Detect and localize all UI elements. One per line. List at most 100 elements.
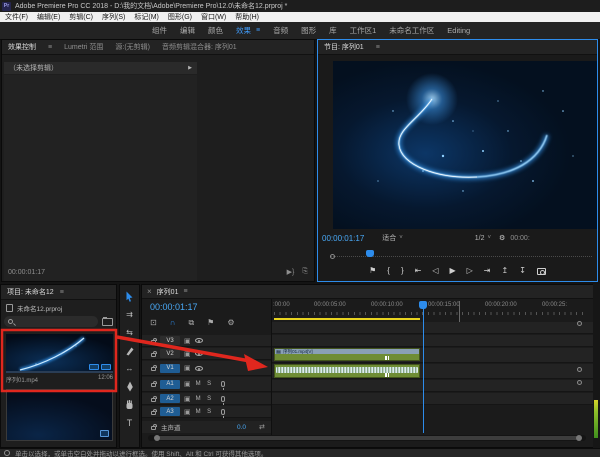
step-forward-button[interactable]: ▷ — [467, 266, 473, 276]
solo-button[interactable]: S — [206, 409, 213, 415]
lock-icon[interactable] — [151, 383, 156, 387]
track-header-a2[interactable]: A2 ▣ M S — [142, 393, 271, 405]
track-label-a3[interactable]: A3 — [160, 407, 180, 416]
timeline-video-clip[interactable]: fx 序列01.mp4[V] — [274, 348, 420, 361]
vertical-scrollbar-dot[interactable] — [577, 321, 582, 326]
workspace-menu-icon[interactable]: ≡ — [256, 27, 260, 34]
menu-edit[interactable]: 编辑(E) — [37, 12, 60, 22]
go-to-out-button[interactable]: ⇥ — [484, 266, 491, 276]
program-panel-menu-icon[interactable]: ≡ — [376, 44, 380, 51]
lock-icon[interactable] — [151, 353, 156, 357]
track-header-v1[interactable]: V1 ▣ — [142, 361, 271, 376]
tab-audio-clip-mixer[interactable]: 音频剪辑混合器: 序列01 — [162, 42, 237, 52]
track-header-v2[interactable]: V2 ▣ — [142, 348, 271, 360]
work-area-bar[interactable] — [274, 318, 420, 320]
lane-v3[interactable] — [272, 322, 599, 334]
workspace-tab-audio[interactable]: 音频 — [273, 25, 288, 36]
workspace-tab-libraries[interactable]: 库 — [329, 25, 337, 36]
project-item-sequence[interactable] — [6, 389, 113, 441]
selection-tool[interactable] — [123, 291, 136, 302]
lock-icon[interactable] — [151, 411, 156, 415]
clip-name[interactable]: 序列01.mp4 — [6, 375, 38, 384]
track-visibility-icon[interactable] — [195, 366, 203, 371]
voiceover-record-icon[interactable] — [221, 381, 225, 387]
source-patch-icon[interactable]: ▣ — [184, 395, 191, 403]
workspace-tab-effects[interactable]: 效果 — [236, 25, 251, 36]
timeline-clip-area[interactable]: :00:00 00:00:05:00 00:00:10:00 00:00:15:… — [271, 299, 598, 435]
lane-a2[interactable] — [272, 380, 599, 392]
master-track-row[interactable]: 主声道 0.0 ⇄ — [142, 421, 271, 433]
play-around-icon[interactable]: ▶} — [287, 268, 295, 276]
vertical-scrollbar-dot[interactable] — [577, 380, 582, 385]
mute-button[interactable]: M — [195, 396, 202, 402]
nest-indicator-icon[interactable]: ⊡ — [150, 318, 157, 328]
timeline-horizontal-scrollbar[interactable] — [148, 435, 586, 441]
tab-lumetri-scopes[interactable]: Lumetri 范围 — [64, 42, 103, 52]
thumbnail-scrub-bar[interactable] — [6, 371, 113, 373]
linked-selection-icon[interactable]: ⧉ — [188, 318, 194, 328]
timeline-playhead-handle[interactable] — [419, 301, 427, 309]
menu-markers[interactable]: 标记(M) — [134, 12, 159, 22]
tab-program-monitor[interactable]: 节目: 序列01 — [324, 42, 364, 52]
search-input[interactable] — [4, 316, 98, 327]
track-visibility-icon[interactable] — [195, 338, 203, 343]
voiceover-record-icon[interactable] — [221, 409, 225, 415]
step-back-button[interactable]: ◁ — [432, 266, 438, 276]
fit-dropdown[interactable]: 适合 — [382, 233, 396, 243]
scrollbar-handle-left[interactable] — [154, 435, 160, 441]
timeline-panel-menu-icon[interactable]: ≡ — [183, 288, 187, 295]
go-to-in-button[interactable]: ⇤ — [415, 266, 422, 276]
source-patch-icon[interactable]: ▣ — [184, 380, 191, 388]
workspace-tab-assembly[interactable]: 组件 — [152, 25, 167, 36]
panel-menu-icon[interactable]: ≡ — [48, 44, 52, 51]
mark-in-button[interactable]: { — [387, 266, 390, 276]
lane-a3[interactable] — [272, 393, 599, 405]
track-header-a3[interactable]: A3 ▣ M S — [142, 406, 271, 418]
tab-source-monitor[interactable]: 源:(无剪辑) — [115, 42, 150, 52]
ripple-edit-tool[interactable]: ⇆ — [123, 327, 136, 338]
menu-clip[interactable]: 剪辑(C) — [69, 12, 93, 22]
mute-button[interactable]: M — [195, 381, 202, 387]
menu-sequence[interactable]: 序列(S) — [102, 12, 125, 22]
vertical-scrollbar-dot[interactable] — [577, 367, 582, 372]
expand-icon[interactable]: ▶ — [188, 65, 192, 71]
pen-tool[interactable] — [123, 381, 136, 392]
menu-window[interactable]: 窗口(W) — [201, 12, 226, 22]
fit-timeline-icon[interactable]: ⇄ — [259, 423, 265, 431]
program-scrubber[interactable] — [322, 250, 594, 260]
scrollbar-handle-right[interactable] — [576, 435, 582, 441]
workspace-tab-unnamed[interactable]: 未命名工作区 — [389, 25, 434, 36]
timeline-ruler[interactable]: :00:00 00:00:05:00 00:00:10:00 00:00:15:… — [272, 301, 599, 315]
track-label-v2[interactable]: V2 — [160, 349, 180, 358]
solo-button[interactable]: S — [206, 381, 213, 387]
new-bin-icon[interactable] — [102, 318, 113, 326]
program-playhead[interactable] — [366, 250, 374, 257]
razor-tool[interactable] — [123, 345, 136, 356]
master-level-value[interactable]: 0.0 — [237, 424, 246, 431]
workspace-tab-editing[interactable]: 编辑 — [180, 25, 195, 36]
solo-button[interactable]: S — [206, 396, 213, 402]
program-timecode[interactable]: 00:00:01:17 — [322, 234, 364, 243]
lane-v2[interactable] — [272, 335, 599, 347]
track-select-tool[interactable]: ⇉ — [123, 309, 136, 320]
scrollbar-handle[interactable] — [156, 436, 580, 440]
timeline-timecode[interactable]: 00:00:01:17 — [150, 302, 198, 312]
resolution-dropdown[interactable]: 1/2 — [475, 235, 485, 242]
timeline-audio-clip[interactable] — [274, 364, 420, 378]
workspace-tab-graphics[interactable]: 图形 — [301, 25, 316, 36]
workspace-tab-color[interactable]: 颜色 — [208, 25, 223, 36]
hand-tool[interactable] — [123, 399, 136, 410]
workspace-tab-workspace1[interactable]: 工作区1 — [350, 25, 377, 36]
track-label-a1[interactable]: A1 — [160, 380, 180, 389]
play-button[interactable]: ▶ — [449, 266, 455, 276]
workspace-tab-editing-en[interactable]: Editing — [447, 26, 470, 35]
export-icon[interactable]: ⎘ — [302, 268, 308, 276]
tab-effect-controls[interactable]: 效果控制 — [8, 42, 36, 52]
settings-wrench-icon[interactable]: ⚙ — [499, 234, 505, 242]
lock-icon[interactable] — [151, 367, 156, 371]
menu-graphics[interactable]: 图形(G) — [168, 12, 192, 22]
source-patch-icon[interactable]: ▣ — [184, 350, 191, 358]
source-patch-icon[interactable]: ▣ — [184, 364, 191, 372]
mark-out-button[interactable]: } — [401, 266, 404, 276]
track-header-v3[interactable]: V3 ▣ — [142, 335, 271, 347]
